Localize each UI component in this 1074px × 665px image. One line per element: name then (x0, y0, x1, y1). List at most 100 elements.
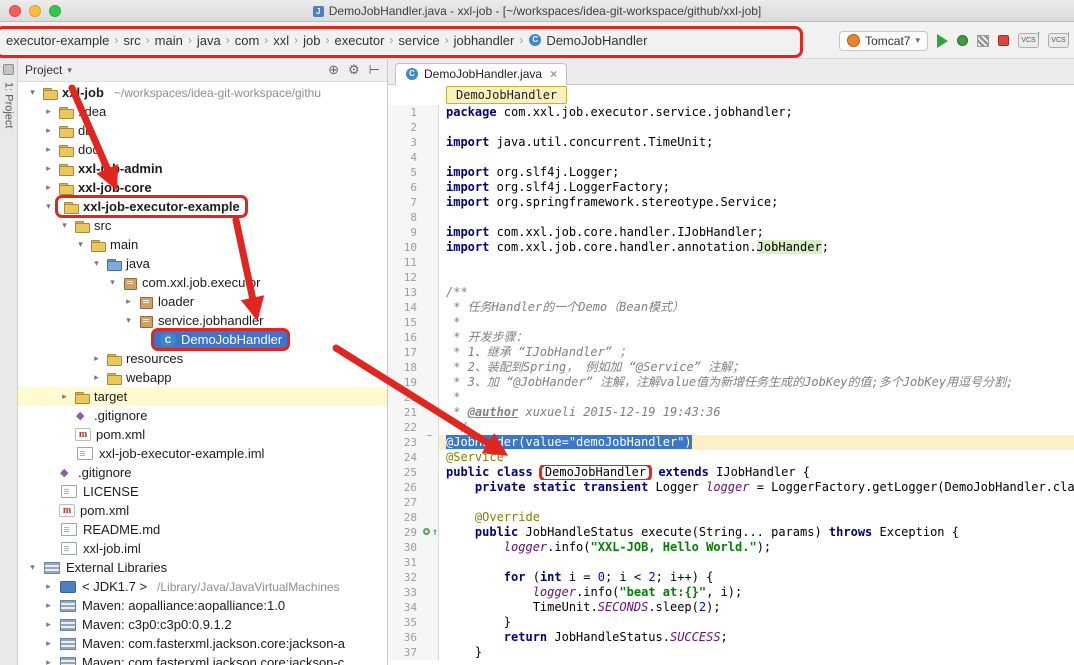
stop-button[interactable] (998, 35, 1009, 46)
close-window-button[interactable] (9, 5, 21, 17)
code-text[interactable]: @Override (439, 510, 1074, 525)
chevron-right-icon[interactable]: ▸ (42, 163, 55, 174)
chevron-right-icon[interactable]: ▸ (42, 619, 55, 630)
tree-item-com-xxl-job-executor[interactable]: ▾com.xxl.job.executor (18, 273, 387, 292)
code-text[interactable]: private static transient Logger logger =… (439, 480, 1074, 495)
chevron-down-icon[interactable]: ▾ (122, 315, 135, 326)
tree-item-main[interactable]: ▾main (18, 235, 387, 254)
tree-item-external-libraries[interactable]: ▾External Libraries (18, 558, 387, 577)
code-text[interactable]: import org.slf4j.Logger; (439, 165, 1074, 180)
code-text[interactable]: } (439, 645, 1074, 660)
gear-icon[interactable] (348, 62, 360, 78)
hide-panel-icon[interactable] (369, 62, 380, 78)
tree-item-doc[interactable]: ▸doc (18, 140, 387, 159)
tree-item-demojobhandler[interactable]: DemoJobHandler (18, 330, 387, 349)
tree-item-jdk1-7[interactable]: ▸< JDK1.7 >/Library/Java/JavaVirtualMach… (18, 577, 387, 596)
code-text[interactable]: * 2、装配到Spring， 例如加 “@Service” 注解； (439, 360, 1074, 375)
chevron-down-icon[interactable]: ▾ (42, 201, 55, 212)
chevron-right-icon[interactable]: ▸ (42, 600, 55, 611)
debug-button[interactable] (957, 35, 968, 46)
vcs-update-button[interactable]: VCS (1018, 33, 1039, 48)
breadcrumb-service[interactable]: service (394, 30, 443, 51)
code-text[interactable]: @JobHander(value="demoJobHandler") (439, 435, 1074, 450)
run-config-select[interactable]: Tomcat7 (839, 31, 928, 51)
chevron-down-icon[interactable]: ▾ (26, 87, 39, 98)
tree-item-xxl-job-admin[interactable]: ▸xxl-job-admin (18, 159, 387, 178)
coverage-button[interactable] (977, 35, 989, 47)
code-editor[interactable]: 1package com.xxl.job.executor.service.jo… (388, 105, 1074, 665)
tab-demojobhandler-java[interactable]: DemoJobHandler.java (395, 63, 567, 85)
code-text[interactable]: } (439, 615, 1074, 630)
minimize-window-button[interactable] (29, 5, 41, 17)
code-text[interactable]: import com.xxl.job.core.handler.IJobHand… (439, 225, 1074, 240)
chevron-right-icon[interactable]: ▸ (122, 296, 135, 307)
chevron-right-icon[interactable]: ▸ (42, 581, 55, 592)
code-text[interactable]: package com.xxl.job.executor.service.job… (439, 105, 1074, 120)
project-tool-button[interactable]: 1: Project (3, 82, 15, 128)
override-arrow-icon[interactable] (432, 525, 438, 540)
code-text[interactable]: * 任务Handler的一个Demo（Bean模式） (439, 300, 1074, 315)
breadcrumb-java[interactable]: java (193, 30, 225, 51)
chevron-right-icon[interactable]: ▸ (42, 657, 55, 665)
tree-item-pom-xml[interactable]: pom.xml (18, 425, 387, 444)
breadcrumb-demojobhandler[interactable]: DemoJobHandler (524, 30, 651, 51)
code-text[interactable]: return JobHandleStatus.SUCCESS; (439, 630, 1074, 645)
tree-item-license[interactable]: LICENSE (18, 482, 387, 501)
code-text[interactable]: * (439, 315, 1074, 330)
code-text[interactable]: */ (439, 420, 1074, 435)
code-text[interactable]: /** (439, 285, 1074, 300)
tree-item-maven-c3p0-c3p0-0-9-1-2[interactable]: ▸Maven: c3p0:c3p0:0.9.1.2 (18, 615, 387, 634)
chevron-down-icon[interactable]: ▾ (90, 258, 103, 269)
breadcrumb-jobhandler[interactable]: jobhandler (450, 30, 519, 51)
tree-item-loader[interactable]: ▸loader (18, 292, 387, 311)
code-text[interactable] (439, 150, 1074, 165)
tree-item-resources[interactable]: ▸resources (18, 349, 387, 368)
tree-item-readme-md[interactable]: README.md (18, 520, 387, 539)
intention-bulb-icon[interactable] (425, 435, 434, 436)
tree-item-webapp[interactable]: ▸webapp (18, 368, 387, 387)
code-text[interactable] (439, 120, 1074, 135)
chevron-down-icon[interactable]: ▾ (58, 220, 71, 231)
code-text[interactable]: * 开发步骤： (439, 330, 1074, 345)
code-text[interactable]: public JobHandleStatus execute(String...… (439, 525, 1074, 540)
tree-item-xxl-job-executor-example[interactable]: ▾xxl-job-executor-example (18, 197, 387, 216)
breadcrumb-main[interactable]: main (151, 30, 187, 51)
chevron-right-icon[interactable]: ▸ (42, 144, 55, 155)
code-text[interactable]: @Service (439, 450, 1074, 465)
chevron-down-icon[interactable]: ▾ (106, 277, 119, 288)
chevron-right-icon[interactable]: ▸ (90, 372, 103, 383)
code-text[interactable]: * (439, 390, 1074, 405)
code-text[interactable]: TimeUnit.SECONDS.sleep(2); (439, 600, 1074, 615)
code-text[interactable]: import org.slf4j.LoggerFactory; (439, 180, 1074, 195)
chevron-down-icon[interactable]: ▾ (74, 239, 87, 250)
tree-item-gitignore[interactable]: .gitignore (18, 406, 387, 425)
close-icon[interactable] (550, 67, 557, 81)
zoom-window-button[interactable] (49, 5, 61, 17)
chevron-down-icon[interactable]: ▾ (26, 562, 39, 573)
tree-item-maven-com-fasterxml-jackson-core-jackson-c[interactable]: ▸Maven: com.fasterxml.jackson.core:jacks… (18, 653, 387, 665)
project-view-dropdown[interactable]: Project (25, 63, 72, 77)
code-text[interactable]: * @author xuxueli 2015-12-19 19:43:36 (439, 405, 1074, 420)
code-text[interactable]: import com.xxl.job.core.handler.annotati… (439, 240, 1074, 255)
override-ring-icon[interactable] (423, 528, 430, 535)
code-text[interactable]: for (int i = 0; i < 2; i++) { (439, 570, 1074, 585)
breadcrumb-chip[interactable]: DemoJobHandler (446, 86, 567, 104)
tree-item-src[interactable]: ▾src (18, 216, 387, 235)
tree-item-maven-aopalliance-aopalliance-1-0[interactable]: ▸Maven: aopalliance:aopalliance:1.0 (18, 596, 387, 615)
chevron-right-icon[interactable]: ▸ (42, 106, 55, 117)
code-text[interactable]: import java.util.concurrent.TimeUnit; (439, 135, 1074, 150)
chevron-right-icon[interactable]: ▸ (58, 391, 71, 402)
code-text[interactable]: logger.info("beat at:{}", i); (439, 585, 1074, 600)
breadcrumb-executor-example[interactable]: executor-example (2, 30, 113, 51)
tree-item-pom-xml[interactable]: pom.xml (18, 501, 387, 520)
tree-item-xxl-job-executor-example-iml[interactable]: xxl-job-executor-example.iml (18, 444, 387, 463)
chevron-right-icon[interactable]: ▸ (42, 182, 55, 193)
code-text[interactable]: import org.springframework.stereotype.Se… (439, 195, 1074, 210)
run-button[interactable] (937, 34, 948, 48)
chevron-right-icon[interactable]: ▸ (90, 353, 103, 364)
breadcrumb-executor[interactable]: executor (331, 30, 389, 51)
code-text[interactable]: public class DemoJobHandler extends IJob… (439, 465, 1074, 480)
vcs-commit-button[interactable]: VCS (1048, 33, 1069, 48)
breadcrumb-src[interactable]: src (119, 30, 144, 51)
tree-item-gitignore[interactable]: .gitignore (18, 463, 387, 482)
